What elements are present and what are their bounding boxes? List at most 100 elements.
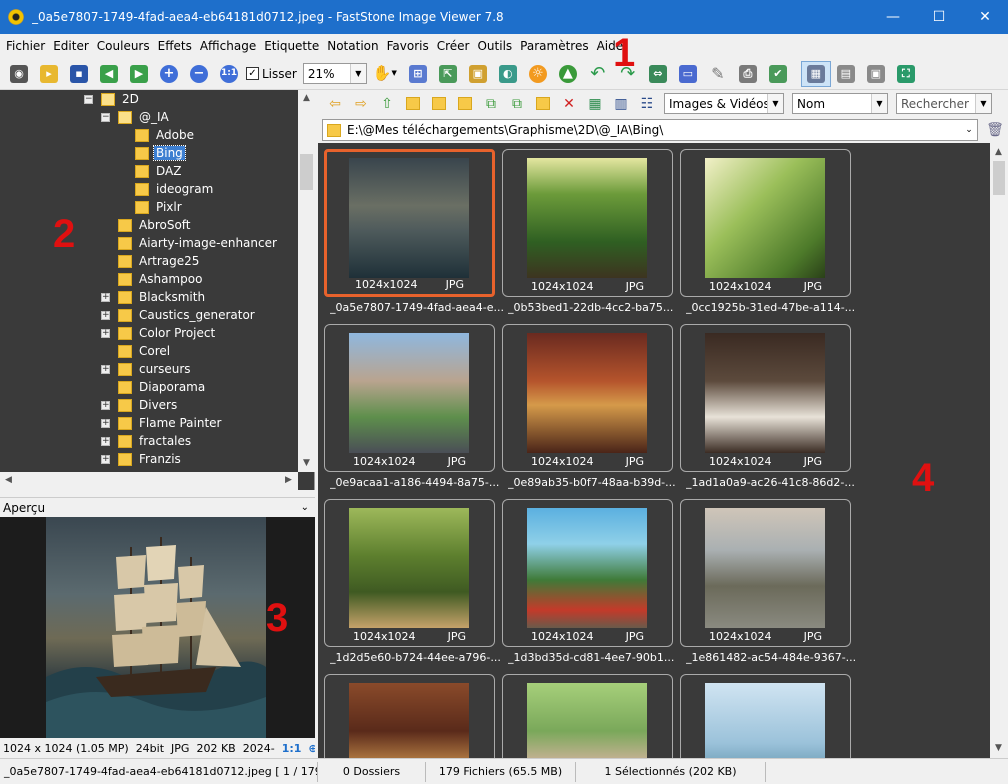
thumbnail-card[interactable] (324, 674, 495, 758)
menu-item-cr-er[interactable]: Créer (433, 34, 474, 58)
fullscreen-icon[interactable]: ⛶ (891, 61, 921, 87)
chevron-down-icon[interactable]: ▼ (975, 94, 991, 113)
print-icon[interactable]: ⎙ (733, 61, 763, 87)
layout-browser-icon[interactable]: ▦ (800, 60, 831, 87)
menu-item-effets[interactable]: Effets (154, 34, 196, 58)
tree-item[interactable]: Bing (135, 144, 186, 162)
forward-arrow-icon[interactable]: ⇨ (348, 92, 374, 116)
menu-item-etiquette[interactable]: Etiquette (260, 34, 323, 58)
tree-item[interactable]: Pixlr (135, 198, 184, 216)
hand-tool-icon[interactable]: ✋ ▼ (367, 61, 403, 87)
chevron-down-icon[interactable]: ▼ (871, 94, 887, 113)
chevron-down-icon[interactable]: ▼ (767, 94, 783, 113)
scroll-up-icon[interactable]: ▲ (990, 147, 1007, 157)
brightness-icon[interactable]: ☼ (523, 61, 553, 87)
expand-icon[interactable]: + (101, 454, 110, 464)
menu-item-affichage[interactable]: Affichage (196, 34, 260, 58)
thumbnail-card[interactable]: 1024x1024 JPG (680, 149, 851, 297)
tree-item[interactable]: AbroSoft (101, 216, 193, 234)
menu-item-notation[interactable]: Notation (323, 34, 382, 58)
tree-item[interactable]: + Divers (101, 396, 179, 414)
chevron-down-icon[interactable]: ▼ (349, 64, 366, 83)
thumbnail-card[interactable]: 1024x1024 JPG (680, 324, 851, 472)
tree-vertical-scrollbar[interactable]: ▲ ▼ (298, 90, 315, 472)
camera-icon[interactable]: ◉ (4, 61, 34, 87)
sort-select[interactable]: Nom ▼ (792, 93, 888, 114)
tree-item[interactable]: Diaporama (101, 378, 207, 396)
close-button[interactable]: ✕ (962, 0, 1008, 34)
thumbnail-card[interactable]: 1024x1024 JPG (324, 499, 495, 647)
grid-vertical-scrollbar[interactable]: ▲ ▼ (990, 143, 1008, 758)
open-folder-icon[interactable]: ▸ (34, 61, 64, 87)
path-input[interactable]: E:\@Mes téléchargements\Graphisme\2D\@_I… (322, 119, 978, 141)
menu-item-favoris[interactable]: Favoris (383, 34, 433, 58)
new-folder-icon[interactable] (452, 92, 478, 116)
fit-icon[interactable]: ⊕ (308, 742, 315, 755)
expand-icon[interactable]: + (101, 400, 110, 410)
tree-item[interactable]: + Caustics_generator (101, 306, 257, 324)
scroll-up-icon[interactable]: ▲ (298, 93, 315, 103)
tree-item[interactable]: + Color Project (101, 324, 217, 342)
tree-horizontal-scrollbar[interactable]: ◀ ▶ (0, 472, 298, 490)
delete-icon[interactable]: ✕ (556, 92, 582, 116)
tree-item[interactable]: Corel (101, 342, 172, 360)
tree-item[interactable]: + curseurs (101, 360, 193, 378)
up-folder-icon[interactable]: ⇧ (374, 92, 400, 116)
color-adjust-icon[interactable]: ◐ (493, 61, 523, 87)
menu-item-editer[interactable]: Editer (49, 34, 93, 58)
tree-item[interactable]: + fractales (101, 432, 193, 450)
layout-full-icon[interactable]: ▣ (861, 61, 891, 87)
expand-icon[interactable]: + (101, 292, 110, 302)
scroll-down-icon[interactable]: ▼ (990, 743, 1007, 753)
collapse-icon[interactable]: − (101, 112, 110, 122)
save-icon[interactable]: ▪ (64, 61, 94, 87)
tree-item[interactable]: ideogram (135, 180, 215, 198)
tree-item[interactable]: + Franzis (101, 450, 183, 468)
crop-icon[interactable]: ⊞ (403, 61, 433, 87)
tree-item[interactable]: Ashampoo (101, 270, 204, 288)
grid-scroll-thumb[interactable] (993, 161, 1005, 195)
thumbnail-card[interactable]: 1024x1024 JPG (502, 324, 673, 472)
trash-icon[interactable]: 🗑 (982, 118, 1008, 142)
tree-item[interactable]: Aiarty-image-enhancer (101, 234, 279, 252)
thumbnail-card[interactable]: 1024x1024 JPG (324, 149, 495, 297)
ratio-button[interactable]: 1:1 (282, 742, 302, 755)
scroll-down-icon[interactable]: ▼ (298, 458, 315, 468)
tree-scroll-thumb[interactable] (300, 154, 313, 190)
zoom-out-icon[interactable]: − (184, 61, 214, 87)
rename-icon[interactable] (530, 92, 556, 116)
scroll-right-icon[interactable]: ▶ (280, 475, 297, 485)
app-icon[interactable] (8, 9, 24, 25)
layout-preview-icon[interactable]: ▤ (831, 61, 861, 87)
expand-icon[interactable]: + (101, 310, 110, 320)
actual-size-icon[interactable]: 1:1 (214, 61, 244, 87)
back-arrow-icon[interactable]: ⇦ (322, 92, 348, 116)
flip-icon[interactable]: ⇔ (643, 61, 673, 87)
zoom-select[interactable]: 21% ▼ (302, 63, 367, 84)
thumbnails-view-icon[interactable]: ▦ (582, 92, 608, 116)
tree-item[interactable]: Artrage25 (101, 252, 201, 270)
filter-select[interactable]: Images & Vidéos ▼ (664, 93, 784, 114)
thumbnail-card[interactable]: 1024x1024 JPG (502, 149, 673, 297)
previous-icon[interactable]: ◀ (94, 61, 124, 87)
resize-icon[interactable]: ⇱ (433, 61, 463, 87)
zoom-in-icon[interactable]: + (154, 61, 184, 87)
move-to-icon[interactable]: ⧉ (504, 92, 530, 116)
checkbox-box[interactable]: ✓ (246, 67, 259, 80)
tree-item[interactable]: + Blacksmith (101, 288, 207, 306)
collapse-icon[interactable]: − (84, 94, 93, 104)
batch-icon[interactable]: ✔ (763, 61, 793, 87)
tree-item[interactable]: DAZ (135, 162, 183, 180)
chevron-down-icon[interactable]: ⌄ (961, 125, 977, 135)
thumbnail-card[interactable]: 1024x1024 JPG (502, 499, 673, 647)
copy-to-icon[interactable]: ⧉ (478, 92, 504, 116)
tree-item[interactable]: + Flame Painter (101, 414, 224, 432)
menu-item-couleurs[interactable]: Couleurs (93, 34, 154, 58)
thumbnail-card[interactable] (680, 674, 851, 758)
scroll-left-icon[interactable]: ◀ (0, 475, 17, 485)
menu-item-outils[interactable]: Outils (473, 34, 516, 58)
thumbnail-card[interactable]: 1024x1024 JPG (324, 324, 495, 472)
refresh-folder-icon[interactable] (400, 92, 426, 116)
thumbnail-card[interactable] (502, 674, 673, 758)
tree-item[interactable]: − 2D (84, 90, 141, 108)
